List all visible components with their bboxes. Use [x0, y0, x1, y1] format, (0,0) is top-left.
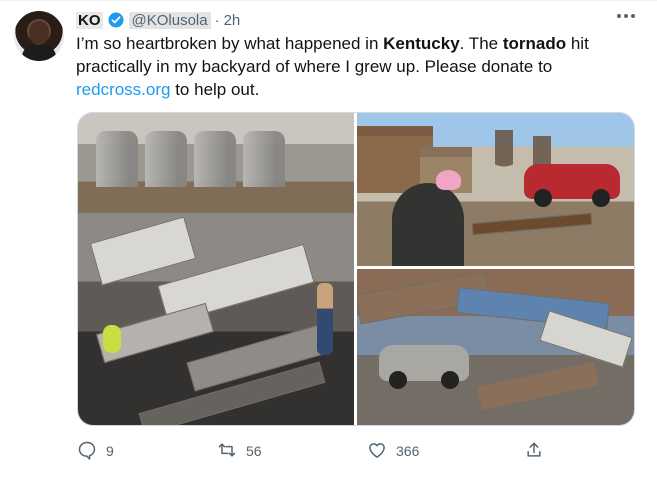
retweet-button[interactable]: 56 — [217, 439, 262, 463]
like-icon — [367, 440, 387, 463]
media-grid[interactable] — [77, 112, 635, 426]
grain-silo-shape — [194, 131, 236, 187]
embracing-people-figure — [392, 183, 464, 266]
tornado-photo-1[interactable] — [78, 113, 354, 425]
more-icon[interactable] — [617, 14, 635, 18]
share-icon — [524, 440, 544, 463]
tweet-keyword-tornado: tornado — [502, 34, 567, 53]
person-figure — [317, 283, 333, 355]
author-name[interactable]: KO — [76, 11, 103, 29]
damaged-car-shape — [379, 345, 469, 389]
grain-silo-shape — [243, 131, 285, 187]
tweet-actions: 9 56 366 — [77, 439, 542, 463]
author-avatar[interactable] — [14, 11, 64, 61]
tweet-card[interactable]: KO @KOlusola · 2h I’m so heartbroken by … — [0, 0, 657, 477]
reply-icon — [77, 440, 97, 463]
more-dot — [617, 14, 621, 18]
avatar-shirt-shape — [22, 45, 56, 61]
debris-shape — [475, 360, 601, 412]
more-dot — [631, 14, 635, 18]
grain-silo-shape — [145, 131, 187, 187]
reply-button[interactable]: 9 — [77, 439, 114, 463]
tweet-text-run: I’m so heartbroken by what happened in — [76, 34, 384, 53]
meta-separator: · — [214, 11, 220, 29]
reply-count: 9 — [106, 443, 114, 459]
like-count: 366 — [396, 443, 420, 459]
pink-cap-figure — [436, 170, 461, 190]
tweet-keyword-kentucky: Kentucky — [383, 34, 460, 53]
tweet-time[interactable]: 2h — [224, 12, 241, 29]
tweet-text-run: to help out. — [170, 80, 260, 99]
grain-silo-shape — [96, 131, 138, 187]
tweet-text-run: . The — [459, 34, 503, 53]
verified-icon — [107, 11, 125, 29]
avatar-face-shape — [29, 21, 49, 45]
retweet-count: 56 — [246, 443, 262, 459]
more-dot — [624, 14, 628, 18]
debris-shape — [89, 216, 197, 286]
share-button[interactable] — [524, 439, 544, 463]
redcross-link[interactable]: redcross.org — [76, 80, 170, 99]
tornado-photo-3[interactable] — [357, 269, 634, 425]
tornado-photo-2[interactable] — [357, 113, 634, 266]
retweet-icon — [217, 440, 237, 463]
tweet-text: I’m so heartbroken by what happened in K… — [76, 32, 616, 101]
red-car-shape — [524, 164, 620, 207]
worker-figure — [103, 325, 121, 353]
author-handle[interactable]: @KOlusola — [128, 11, 211, 29]
tweet-header: KO @KOlusola · 2h — [76, 10, 240, 30]
bare-tree-shape — [495, 130, 513, 182]
like-button[interactable]: 366 — [367, 439, 419, 463]
debris-shape — [471, 212, 593, 236]
